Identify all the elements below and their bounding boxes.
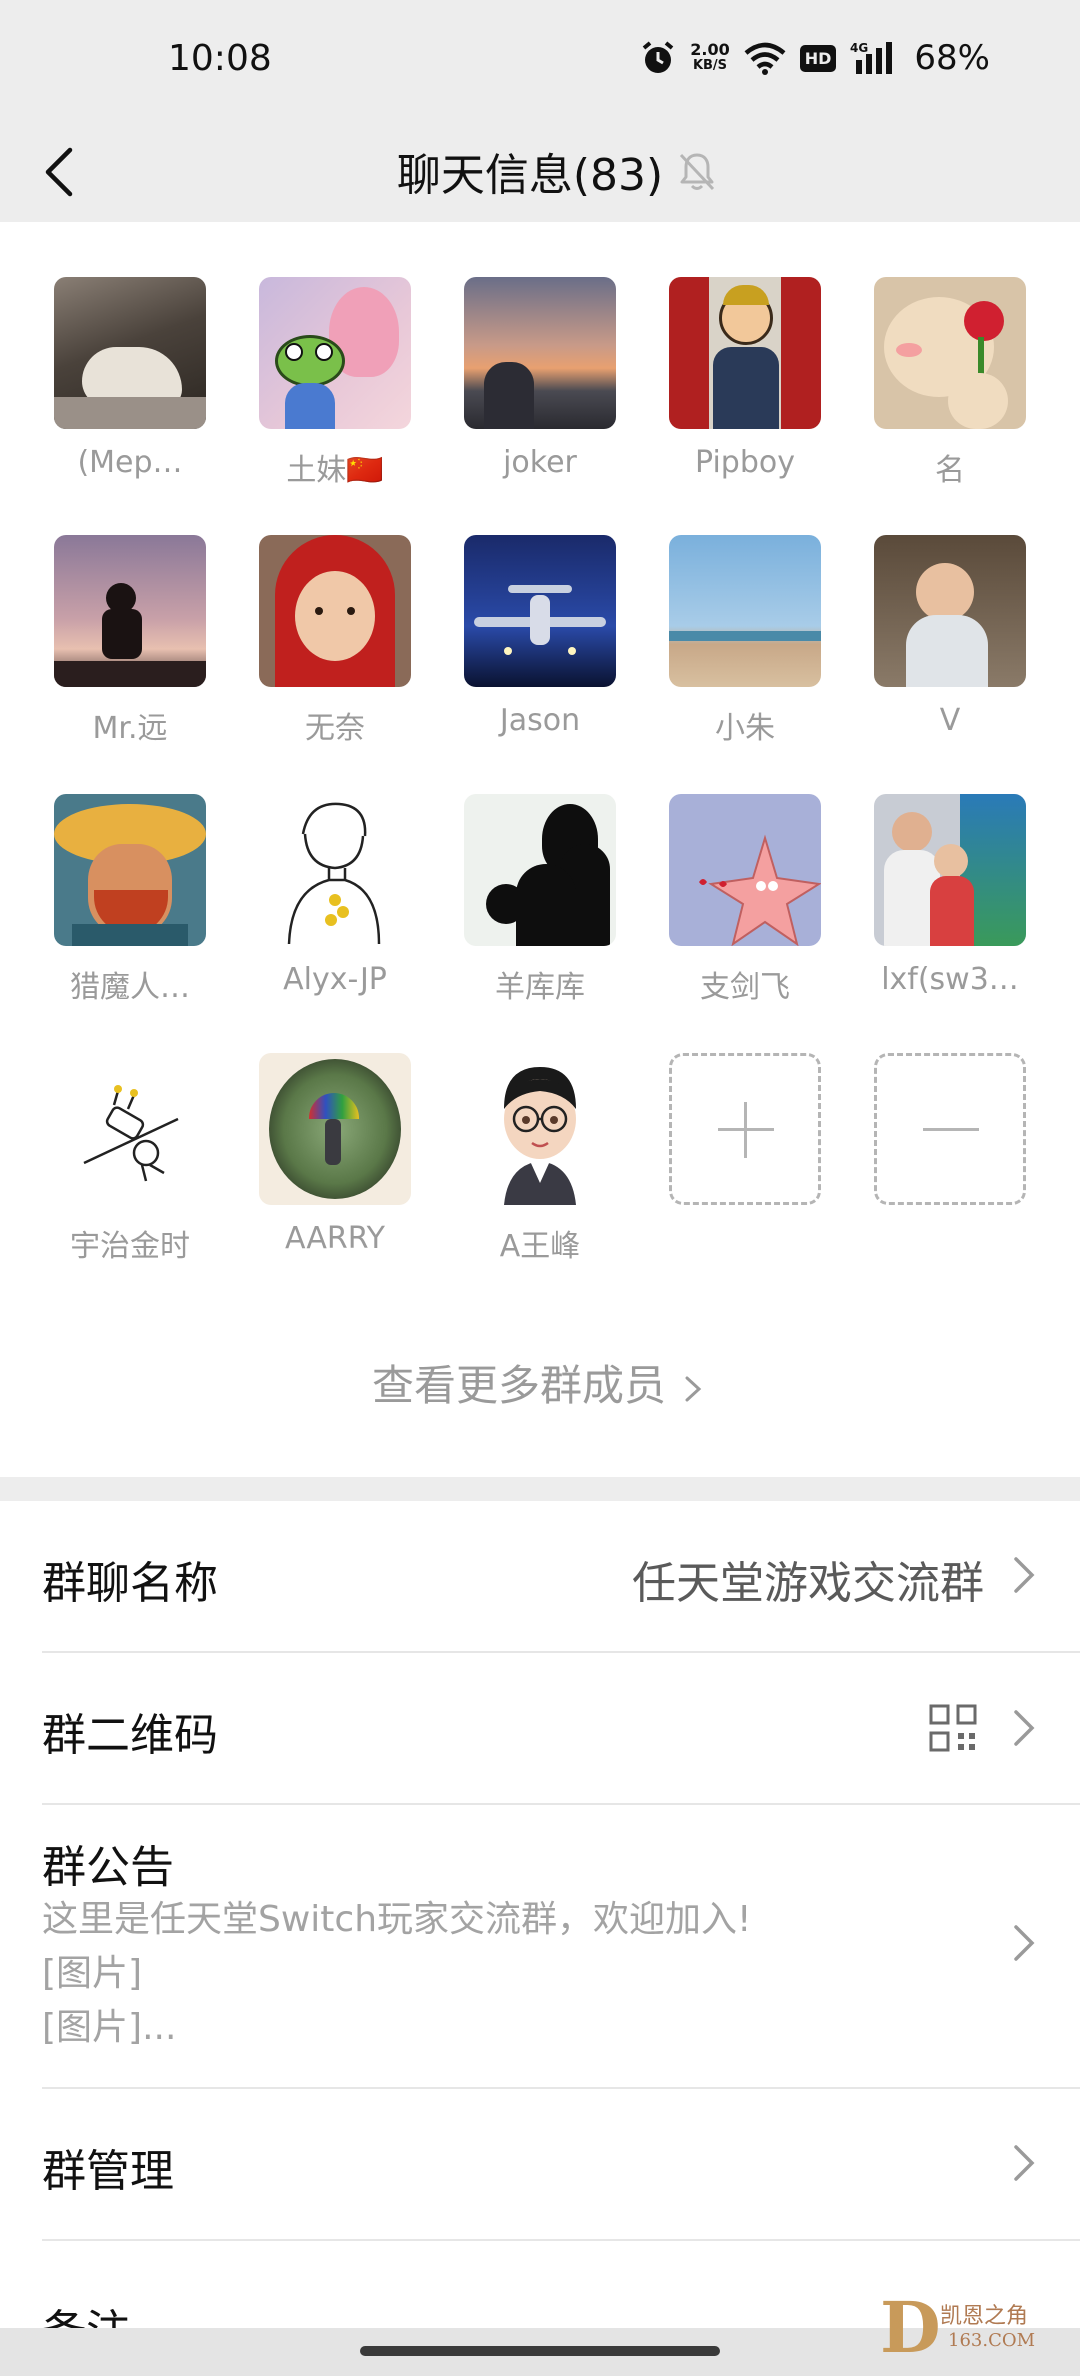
avatar[interactable]: [669, 535, 821, 687]
add-member-button[interactable]: [645, 1053, 845, 1205]
status-bar: 10:08 2.00 KB/S HD 4G 68%: [0, 0, 1080, 120]
group-manage-label: 群管理: [42, 2146, 174, 2197]
group-name-value: 任天堂游戏交流群: [632, 1558, 984, 1609]
watermark-logo: D 凯恩之角 163.COM: [880, 2286, 1036, 2369]
member-item[interactable]: (Mep…: [30, 277, 230, 480]
patrick-star: [699, 834, 821, 946]
member-item[interactable]: lxf(sw3…: [850, 794, 1050, 997]
member-item[interactable]: 猎魔人…: [30, 794, 230, 1006]
home-indicator[interactable]: [360, 2346, 720, 2356]
member-item[interactable]: joker: [440, 277, 640, 480]
avatar[interactable]: [54, 277, 206, 429]
watermark-d-icon: D: [880, 2286, 941, 2369]
avatar[interactable]: [259, 1053, 411, 1205]
member-item[interactable]: AARRY: [235, 1053, 435, 1256]
hd-badge: HD: [799, 44, 837, 72]
add-tile[interactable]: [669, 1053, 821, 1205]
avatar[interactable]: [464, 794, 616, 946]
muted-bell-icon: [680, 153, 715, 191]
group-name-row[interactable]: 群聊名称 任天堂游戏交流群: [0, 1501, 1080, 1651]
avatar[interactable]: [54, 1053, 206, 1205]
member-item[interactable]: Pipboy: [645, 277, 845, 480]
avatar[interactable]: [874, 794, 1026, 946]
line-drawing-boy: [287, 802, 381, 945]
settings-list: 群聊名称 任天堂游戏交流群 群二维码 群公告 这里是任天堂Switch玩家交流群…: [0, 1501, 1080, 2376]
avatar[interactable]: [464, 1053, 616, 1205]
member-item[interactable]: 小朱: [645, 535, 845, 747]
group-notice-row[interactable]: 群公告 这里是任天堂Switch玩家交流群，欢迎加入! [图片] [图片]...: [0, 1805, 1080, 2087]
member-item[interactable]: 无奈: [235, 535, 435, 747]
cartoon-man-glasses: [504, 1067, 576, 1205]
avatar[interactable]: [259, 277, 411, 429]
remove-member-button[interactable]: [850, 1053, 1050, 1205]
group-notice-text: 这里是任天堂Switch玩家交流群，欢迎加入! [图片] [图片]...: [42, 1899, 752, 2048]
qr-code-icon: [929, 1704, 977, 1752]
group-notice-label: 群公告: [42, 1842, 174, 1893]
battery-percent: 68%: [914, 38, 990, 78]
chevron-right-icon: [685, 1376, 702, 1401]
minus-icon: [923, 1128, 979, 1131]
avatar[interactable]: [669, 277, 821, 429]
chevron-right-icon: [1014, 1557, 1035, 1593]
avatar[interactable]: [669, 794, 821, 946]
avatar[interactable]: [874, 277, 1026, 429]
view-more-members-link[interactable]: 查看更多群成员: [0, 1352, 1080, 1413]
member-item[interactable]: 土妹🇨🇳: [235, 277, 435, 489]
avatar[interactable]: [259, 794, 411, 946]
avatar[interactable]: [54, 535, 206, 687]
alarm-icon: [642, 41, 674, 73]
member-item[interactable]: Alyx-JP: [235, 794, 435, 997]
group-qr-row[interactable]: 群二维码: [0, 1653, 1080, 1803]
fallen-doodle: [83, 1085, 179, 1182]
avatar[interactable]: [874, 535, 1026, 687]
page-title: 聊天信息(83): [396, 150, 664, 201]
member-item[interactable]: V: [850, 535, 1050, 738]
member-item[interactable]: 支剑飞: [645, 794, 845, 1006]
member-item[interactable]: A王峰: [440, 1053, 640, 1265]
member-item[interactable]: 宇治金时: [30, 1053, 230, 1265]
group-name-label: 群聊名称: [42, 1558, 218, 1609]
member-item[interactable]: Jason: [440, 535, 640, 738]
nav-bar: 聊天信息(83): [0, 120, 1080, 222]
member-item[interactable]: Mr.远: [30, 535, 230, 747]
group-qr-label: 群二维码: [42, 1710, 218, 1761]
wifi-icon: [744, 42, 786, 75]
avatar[interactable]: [54, 794, 206, 946]
svg-text:4G: 4G: [850, 41, 868, 55]
chevron-right-icon: [1014, 2145, 1035, 2181]
group-manage-row[interactable]: 群管理: [0, 2089, 1080, 2239]
status-icons: 2.00 KB/S HD 4G 68%: [640, 34, 990, 82]
member-item[interactable]: 名: [850, 277, 1050, 489]
status-time: 10:08: [168, 38, 272, 79]
chevron-right-icon: [1014, 1925, 1035, 1961]
chevron-right-icon: [1014, 1710, 1035, 1746]
avatar[interactable]: [259, 535, 411, 687]
signal-icon: 4G: [850, 41, 893, 74]
member-item[interactable]: 羊库库: [440, 794, 640, 1006]
network-speed: 2.00 KB/S: [690, 40, 730, 74]
avatar[interactable]: [464, 535, 616, 687]
avatar[interactable]: [464, 277, 616, 429]
remove-tile[interactable]: [874, 1053, 1026, 1205]
members-grid: (Mep… 土妹🇨🇳 joker Pipboy 名 Mr.远 无奈 Jason …: [0, 222, 1080, 1477]
